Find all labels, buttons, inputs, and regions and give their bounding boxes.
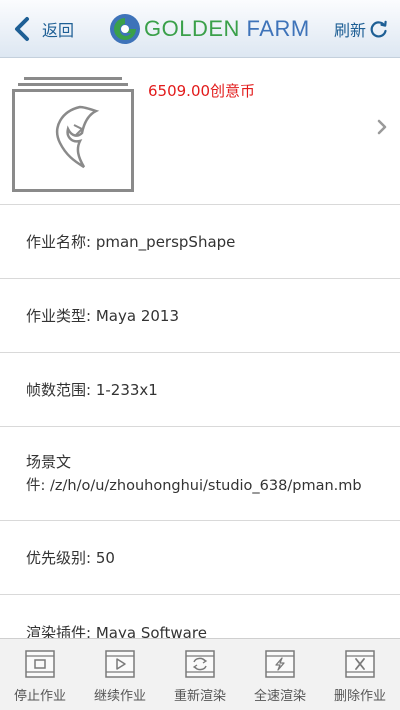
- job-name-text: 作业名称: pman_perspShape: [26, 230, 235, 254]
- delete-job-button[interactable]: 删除作业: [320, 639, 400, 710]
- rerender-button[interactable]: 重新渲染: [160, 639, 240, 710]
- delete-job-label: 删除作业: [333, 689, 386, 704]
- job-name-label: 作业名称:: [26, 232, 92, 251]
- job-type-label: 作业类型:: [26, 306, 92, 325]
- refresh-button[interactable]: 刷新: [334, 14, 388, 44]
- frame-range-value: 1-233x1: [95, 380, 158, 399]
- credit-balance: 6509.00创意币: [148, 82, 256, 100]
- priority-value: 50: [95, 548, 115, 567]
- refresh-icon: [370, 20, 387, 38]
- job-name-value: pman_perspShape: [95, 232, 236, 251]
- frame-range-text: 帧数范围: 1-233x1: [26, 378, 158, 402]
- job-type-text: 作业类型: Maya 2013: [26, 304, 179, 328]
- rerender-label: 重新渲染: [173, 689, 226, 704]
- scene-file-row: 场景文 件: /z/h/o/u/zhouhonghui/studio_638/p…: [0, 427, 400, 521]
- full-speed-icon: [265, 650, 295, 678]
- logo-mark-icon: [110, 14, 140, 44]
- frame-range-label: 帧数范围:: [26, 380, 92, 399]
- stop-job-label: 停止作业: [13, 689, 66, 704]
- frame-range-row: 帧数范围: 1-233x1: [0, 353, 400, 427]
- priority-text: 优先级别: 50: [26, 546, 115, 570]
- play-icon: [105, 650, 135, 678]
- back-button[interactable]: 返回: [12, 14, 74, 44]
- logo-text: GOLDEN FARM: [144, 16, 310, 42]
- scene-file-value: /z/h/o/u/zhouhonghui/studio_638/pman.mb: [50, 477, 362, 494]
- scene-file-line2: 件: /z/h/o/u/zhouhonghui/studio_638/pman.…: [26, 474, 362, 498]
- scene-file-label: 场景文: [26, 452, 72, 471]
- job-summary-row[interactable]: 6509.00创意币: [0, 58, 400, 205]
- back-label: 返回: [42, 21, 75, 40]
- rerender-icon: [185, 650, 215, 678]
- scene-file-text: 场景文 件: /z/h/o/u/zhouhonghui/studio_638/p…: [26, 450, 362, 498]
- continue-job-label: 继续作业: [93, 689, 146, 704]
- job-type-row: 作业类型: Maya 2013: [0, 279, 400, 353]
- job-action-toolbar: 停止作业 继续作业 重新渲染 全速渲染 删除作业: [0, 638, 400, 710]
- job-type-value: Maya 2013: [95, 306, 179, 325]
- continue-job-button[interactable]: 继续作业: [80, 639, 160, 710]
- job-name-row: 作业名称: pman_perspShape: [0, 205, 400, 279]
- full-speed-render-button[interactable]: 全速渲染: [240, 639, 320, 710]
- stop-job-button[interactable]: 停止作业: [0, 639, 80, 710]
- chevron-left-icon: [15, 17, 29, 41]
- priority-row: 优先级别: 50: [0, 521, 400, 595]
- golden-farm-logo: GOLDEN FARM: [108, 10, 310, 48]
- scene-file-label-cont: 件:: [26, 477, 46, 494]
- logo-text-golden: GOLDEN: [144, 16, 240, 41]
- priority-label: 优先级别:: [26, 548, 92, 567]
- delete-icon: [345, 650, 375, 678]
- full-speed-render-label: 全速渲染: [253, 689, 306, 704]
- job-thumbnail: [12, 77, 134, 192]
- chevron-right-icon: [377, 119, 387, 135]
- nav-bar: 返回 GOLDEN FARM 刷新: [0, 0, 400, 58]
- refresh-label: 刷新: [333, 21, 366, 40]
- stop-icon: [25, 650, 55, 678]
- logo-text-farm: FARM: [246, 16, 310, 41]
